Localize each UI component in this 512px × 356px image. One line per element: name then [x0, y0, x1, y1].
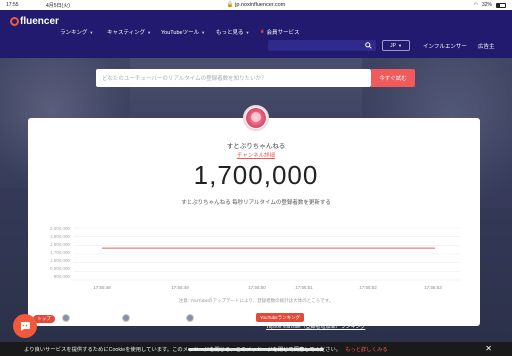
logo[interactable]: fluencer	[10, 16, 59, 27]
status-right: ◠ 32%	[474, 2, 506, 8]
cookie-more-link[interactable]: もっと詳しくみる	[345, 345, 388, 353]
menu-casting[interactable]: キャスティング ▼	[107, 28, 152, 37]
x-tick-label: 17:55:48	[93, 285, 111, 290]
disclaimer-note: 注意: YouTubeのアップデートにより、登録者数の統計は大体のところです。	[178, 298, 334, 303]
nav-search-input[interactable]	[268, 40, 376, 51]
subscriber-count: 1,700,000	[193, 160, 319, 190]
channel-avatar-image	[246, 108, 266, 128]
menu-youtube-tools-label: YouTubeツール	[161, 30, 200, 36]
chevron-down-icon: ▼	[89, 29, 94, 35]
advertiser-link[interactable]: 広告主	[478, 42, 495, 50]
x-tick-label: 17:55:51	[295, 285, 313, 290]
crown-icon: ♛	[260, 29, 265, 35]
menu-more-label: もっと見る	[216, 30, 244, 36]
chart-plot	[74, 227, 460, 281]
menu-ranking-label: ランキング	[60, 30, 88, 36]
home-indicator	[188, 348, 324, 351]
chevron-down-icon: ▼	[147, 29, 152, 35]
related-channel[interactable]: takahashi taiyou	[122, 314, 166, 322]
url-bar[interactable]: 🔒 jp.noxinfluencer.com	[0, 2, 512, 8]
menu-membership[interactable]: ♛ 会員サービス	[260, 28, 300, 36]
chat-button[interactable]	[13, 314, 37, 338]
related-channel-name: takahashi taiyou	[133, 315, 166, 321]
channel-detail-link[interactable]: チャンネル詳細	[0, 151, 512, 159]
chat-icon	[20, 322, 30, 331]
menu-youtube-tools[interactable]: YouTubeツール ▼	[161, 28, 206, 37]
avatar	[186, 314, 194, 322]
menu-casting-label: キャスティング	[107, 30, 146, 36]
x-tick-label: 17:55:50	[248, 285, 266, 290]
battery-percent: 32%	[481, 2, 492, 8]
ranking-link[interactable]: Top100 YouTube（チャンネル登録者順）ランキング	[310, 314, 424, 321]
avatar	[122, 314, 130, 322]
x-tick-label: 17:55:52	[359, 285, 377, 290]
realtime-subtitle: すとぷりちゃんねる 毎秒リアルタイムの登録者数を更新する	[181, 200, 331, 206]
ranking-link[interactable]: Top100 YouTube（登録者増加率）ランキング	[266, 323, 365, 330]
youtube-ranking-tag[interactable]: YouTubeランキング	[256, 313, 304, 322]
avatar	[62, 314, 70, 322]
avatar[interactable]	[243, 105, 269, 131]
related-channel-name: F-ve	[73, 315, 83, 321]
language-value: JP	[390, 42, 396, 49]
subscriber-chart: 2,000,000 1,900,000 1,800,000 1,700,000 …	[40, 224, 470, 290]
logo-text: fluencer	[20, 16, 59, 27]
language-select[interactable]: JP ▼	[382, 40, 410, 51]
menu-more[interactable]: もっと見る ▼	[216, 28, 250, 37]
chevron-down-icon: ▼	[397, 43, 402, 48]
battery-icon	[496, 2, 506, 8]
search-icon	[365, 42, 372, 49]
x-tick-label: 17:55:49	[171, 285, 189, 290]
url-text: jp.noxinfluencer.com	[235, 2, 286, 8]
influencer-link[interactable]: インフルエンサー	[423, 42, 467, 50]
search-button[interactable]: 今すぐ試む	[371, 69, 415, 87]
lock-icon: 🔒	[226, 2, 234, 8]
related-channel[interactable]: Kids Labo TV	[186, 314, 226, 322]
channel-search-input[interactable]: どなたのユーチューバーのリアルタイムの登録者数を知りたいか？	[96, 69, 371, 87]
chevron-down-icon: ▼	[245, 29, 250, 35]
logo-icon	[10, 17, 19, 26]
wifi-icon: ◠	[473, 2, 478, 8]
related-channel[interactable]: F-ve	[62, 314, 82, 322]
x-tick-label: 17:55:53	[424, 285, 442, 290]
close-icon[interactable]: ✕	[485, 344, 492, 353]
menu-membership-label: 会員サービス	[266, 30, 300, 36]
channel-name: すとぷりちゃんねる	[226, 143, 286, 150]
menu-ranking[interactable]: ランキング ▼	[60, 28, 94, 37]
related-channel-name: Kids Labo TV	[197, 315, 226, 321]
chevron-down-icon: ▼	[201, 29, 206, 35]
status-bar: 17:55 4月5日(火) 🔒 jp.noxinfluencer.com ◠ 3…	[0, 0, 512, 10]
